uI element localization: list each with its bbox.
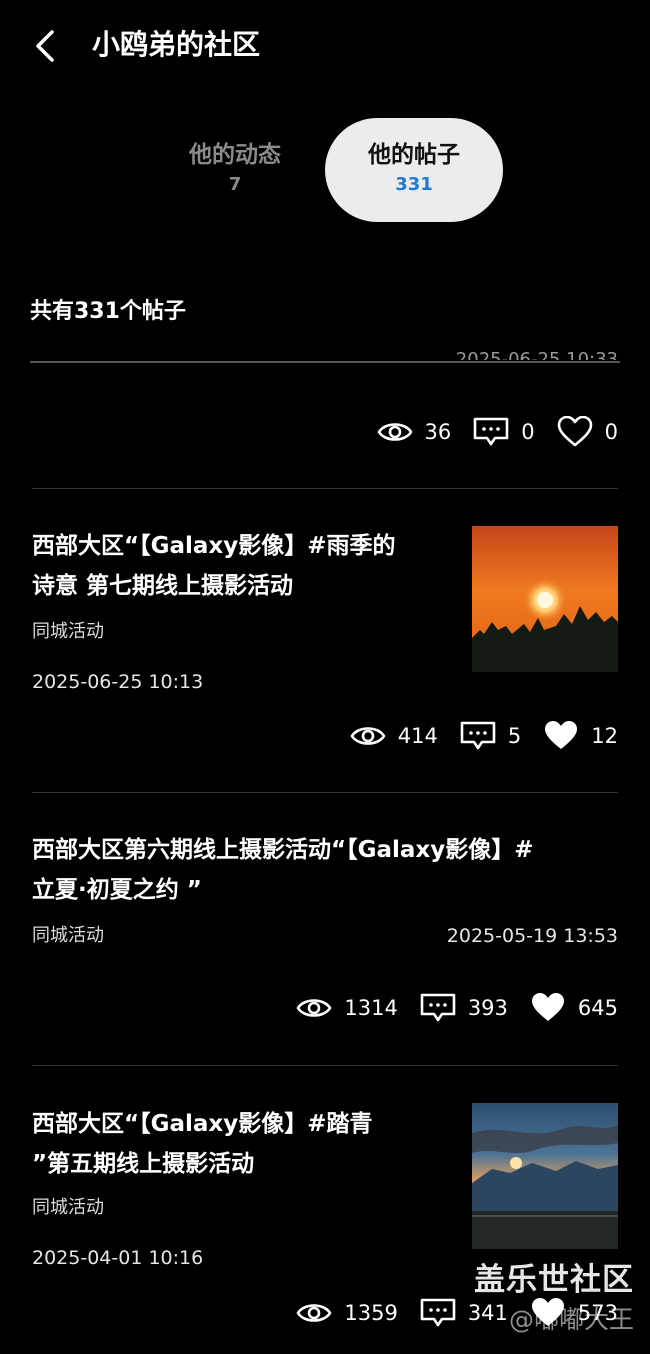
post-category: 同城活动 [32,621,104,642]
scroll-edge-divider [30,361,620,363]
top-bar: 小鸥弟的社区 [0,0,650,90]
post-divider [32,792,618,793]
like-count[interactable]: 645 [530,992,618,1024]
tab-activities[interactable]: 他的动态 7 [145,118,325,222]
comment-icon [473,417,509,446]
comment-icon [420,1298,456,1327]
comment-icon [420,993,456,1022]
like-count[interactable]: 0 [557,416,618,448]
post-title-line: ”第五期线上摄影活动 [32,1151,255,1177]
heart-outline-icon [557,416,592,447]
tab-posts[interactable]: 他的帖子 331 [325,118,503,222]
view-count: 36 [376,419,451,445]
heart-filled-icon [531,993,564,1021]
profile-tabs: 他的动态 7 他的帖子 331 [0,118,650,228]
watermark-brand: 盖乐世社区 [474,1262,634,1298]
post-divider [32,1065,618,1066]
tab-label: 他的动态 [189,142,281,168]
tab-count: 331 [395,174,433,195]
comment-count[interactable]: 393 [420,993,508,1023]
view-count: 414 [350,723,438,749]
page-title: 小鸥弟的社区 [92,28,261,61]
comment-icon [460,721,496,750]
comment-count[interactable]: 341 [420,1298,508,1328]
watermark-author: @嘟嘟大王 [508,1305,634,1334]
eye-icon [376,423,413,441]
post-thumbnail [472,526,618,672]
eye-icon [296,999,332,1017]
post-divider [32,488,618,489]
post-count-summary: 共有331个帖子 [30,299,186,324]
like-count[interactable]: 12 [543,720,618,752]
post-date: 2025-05-19 13:53 [446,925,618,947]
tab-label: 他的帖子 [368,142,460,168]
comment-count[interactable]: 0 [473,417,535,447]
post-title-line: 西部大区“【Galaxy影像】#踏青 [32,1111,373,1137]
post-stats: 36 0 0 [355,412,618,452]
post-title-line: 西部大区“【Galaxy影像】#雨季的 [32,533,396,559]
post-date: 2025-06-25 10:13 [32,671,204,693]
view-count: 1359 [296,1300,398,1326]
post-stats: 414 5 12 [328,716,618,756]
view-count: 1314 [296,995,398,1021]
heart-filled-icon [545,721,578,749]
tab-count: 7 [228,174,242,195]
post-category: 同城活动 [32,1197,104,1218]
chevron-left-icon [36,30,54,62]
post-category: 同城活动 [32,925,104,946]
comment-count[interactable]: 5 [460,721,521,751]
post-stats: 1314 393 645 [274,988,618,1028]
back-button[interactable] [30,26,66,66]
post-date: 2025-06-25 10:33 [456,350,618,360]
post-date: 2025-04-01 10:16 [32,1247,204,1269]
post-title-line: 立夏·初夏之约 ” [32,877,202,903]
post-title-line: 诗意 第七期线上摄影活动 [32,573,294,599]
post-thumbnail [472,1103,618,1249]
eye-icon [296,1304,332,1322]
post-title-line: 西部大区第六期线上摄影活动“【Galaxy影像】# [32,837,534,863]
eye-icon [350,727,386,745]
